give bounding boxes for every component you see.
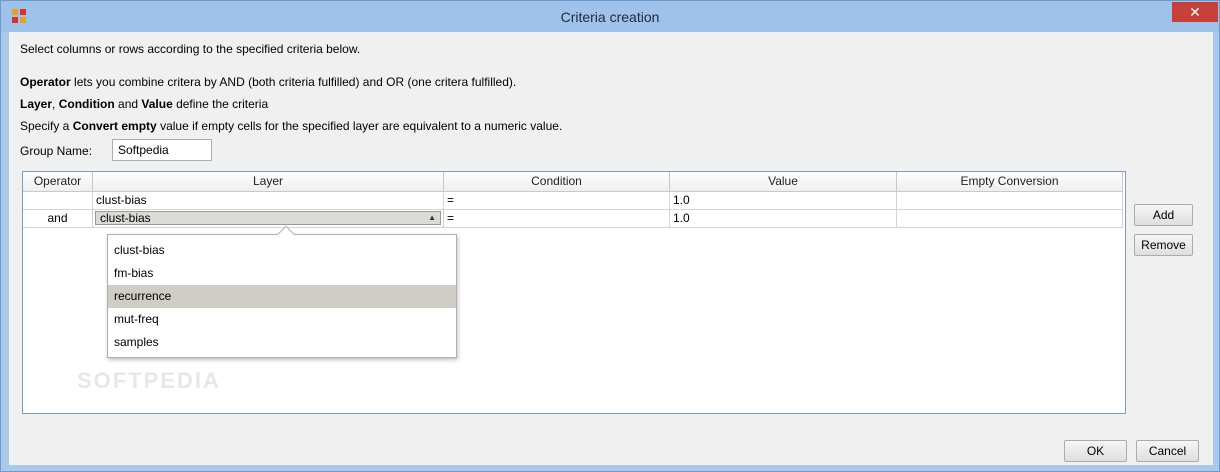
dropdown-option[interactable]: clust-bias (108, 239, 456, 262)
close-icon[interactable]: ✕ (1172, 2, 1218, 22)
criteria-creation-window: Criteria creation ✕ Select columns or ro… (0, 0, 1220, 472)
instruction-text: Select columns or rows according to the … (20, 42, 361, 56)
criteria-table[interactable]: Operator Layer Condition Value Empty Con… (22, 171, 1126, 414)
add-button[interactable]: Add (1134, 204, 1193, 226)
column-header-operator[interactable]: Operator (23, 172, 93, 192)
dropdown-option[interactable]: samples (108, 331, 456, 354)
title-bar: Criteria creation ✕ (1, 1, 1219, 32)
triangle-up-icon[interactable]: ▲ (428, 212, 436, 224)
table-row[interactable]: and clust-bias ▲ = 1.0 (23, 210, 1125, 228)
table-row[interactable]: clust-bias = 1.0 (23, 192, 1125, 210)
column-header-condition[interactable]: Condition (444, 172, 670, 192)
dropdown-option[interactable]: fm-bias (108, 262, 456, 285)
column-header-empty-conversion[interactable]: Empty Conversion (897, 172, 1123, 192)
remove-button[interactable]: Remove (1134, 234, 1193, 256)
convert-empty-description: Specify a Convert empty value if empty c… (20, 119, 563, 133)
operator-cell[interactable] (23, 192, 93, 210)
group-name-label: Group Name: (20, 144, 93, 158)
condition-cell[interactable]: = (444, 192, 670, 210)
table-header: Operator Layer Condition Value Empty Con… (23, 172, 1125, 192)
group-name-input[interactable] (112, 139, 212, 161)
layer-combobox[interactable]: clust-bias ▲ (95, 211, 441, 225)
criteria-description: Layer, Condition and Value define the cr… (20, 97, 269, 111)
operator-description: Operator lets you combine critera by AND… (20, 75, 517, 89)
operator-cell[interactable]: and (23, 210, 93, 228)
dropdown-option[interactable]: mut-freq (108, 308, 456, 331)
cancel-button[interactable]: Cancel (1136, 440, 1199, 462)
softpedia-watermark: SOFTPEDIA (77, 368, 221, 393)
value-cell[interactable]: 1.0 (670, 210, 897, 228)
column-header-value[interactable]: Value (670, 172, 897, 192)
layer-cell[interactable]: clust-bias ▲ (93, 210, 444, 228)
empty-conversion-cell[interactable] (897, 210, 1123, 228)
column-header-layer[interactable]: Layer (93, 172, 444, 192)
window-title: Criteria creation (560, 9, 660, 25)
layer-combobox-value: clust-bias (100, 211, 151, 225)
condition-cell[interactable]: = (444, 210, 670, 228)
dialog-body: Select columns or rows according to the … (9, 32, 1213, 465)
dropdown-option-highlighted[interactable]: recurrence (108, 285, 456, 308)
value-cell[interactable]: 1.0 (670, 192, 897, 210)
layer-cell[interactable]: clust-bias (93, 192, 444, 210)
ok-button[interactable]: OK (1064, 440, 1127, 462)
empty-conversion-cell[interactable] (897, 192, 1123, 210)
layer-dropdown-list: clust-bias fm-bias recurrence mut-freq s… (107, 225, 457, 358)
